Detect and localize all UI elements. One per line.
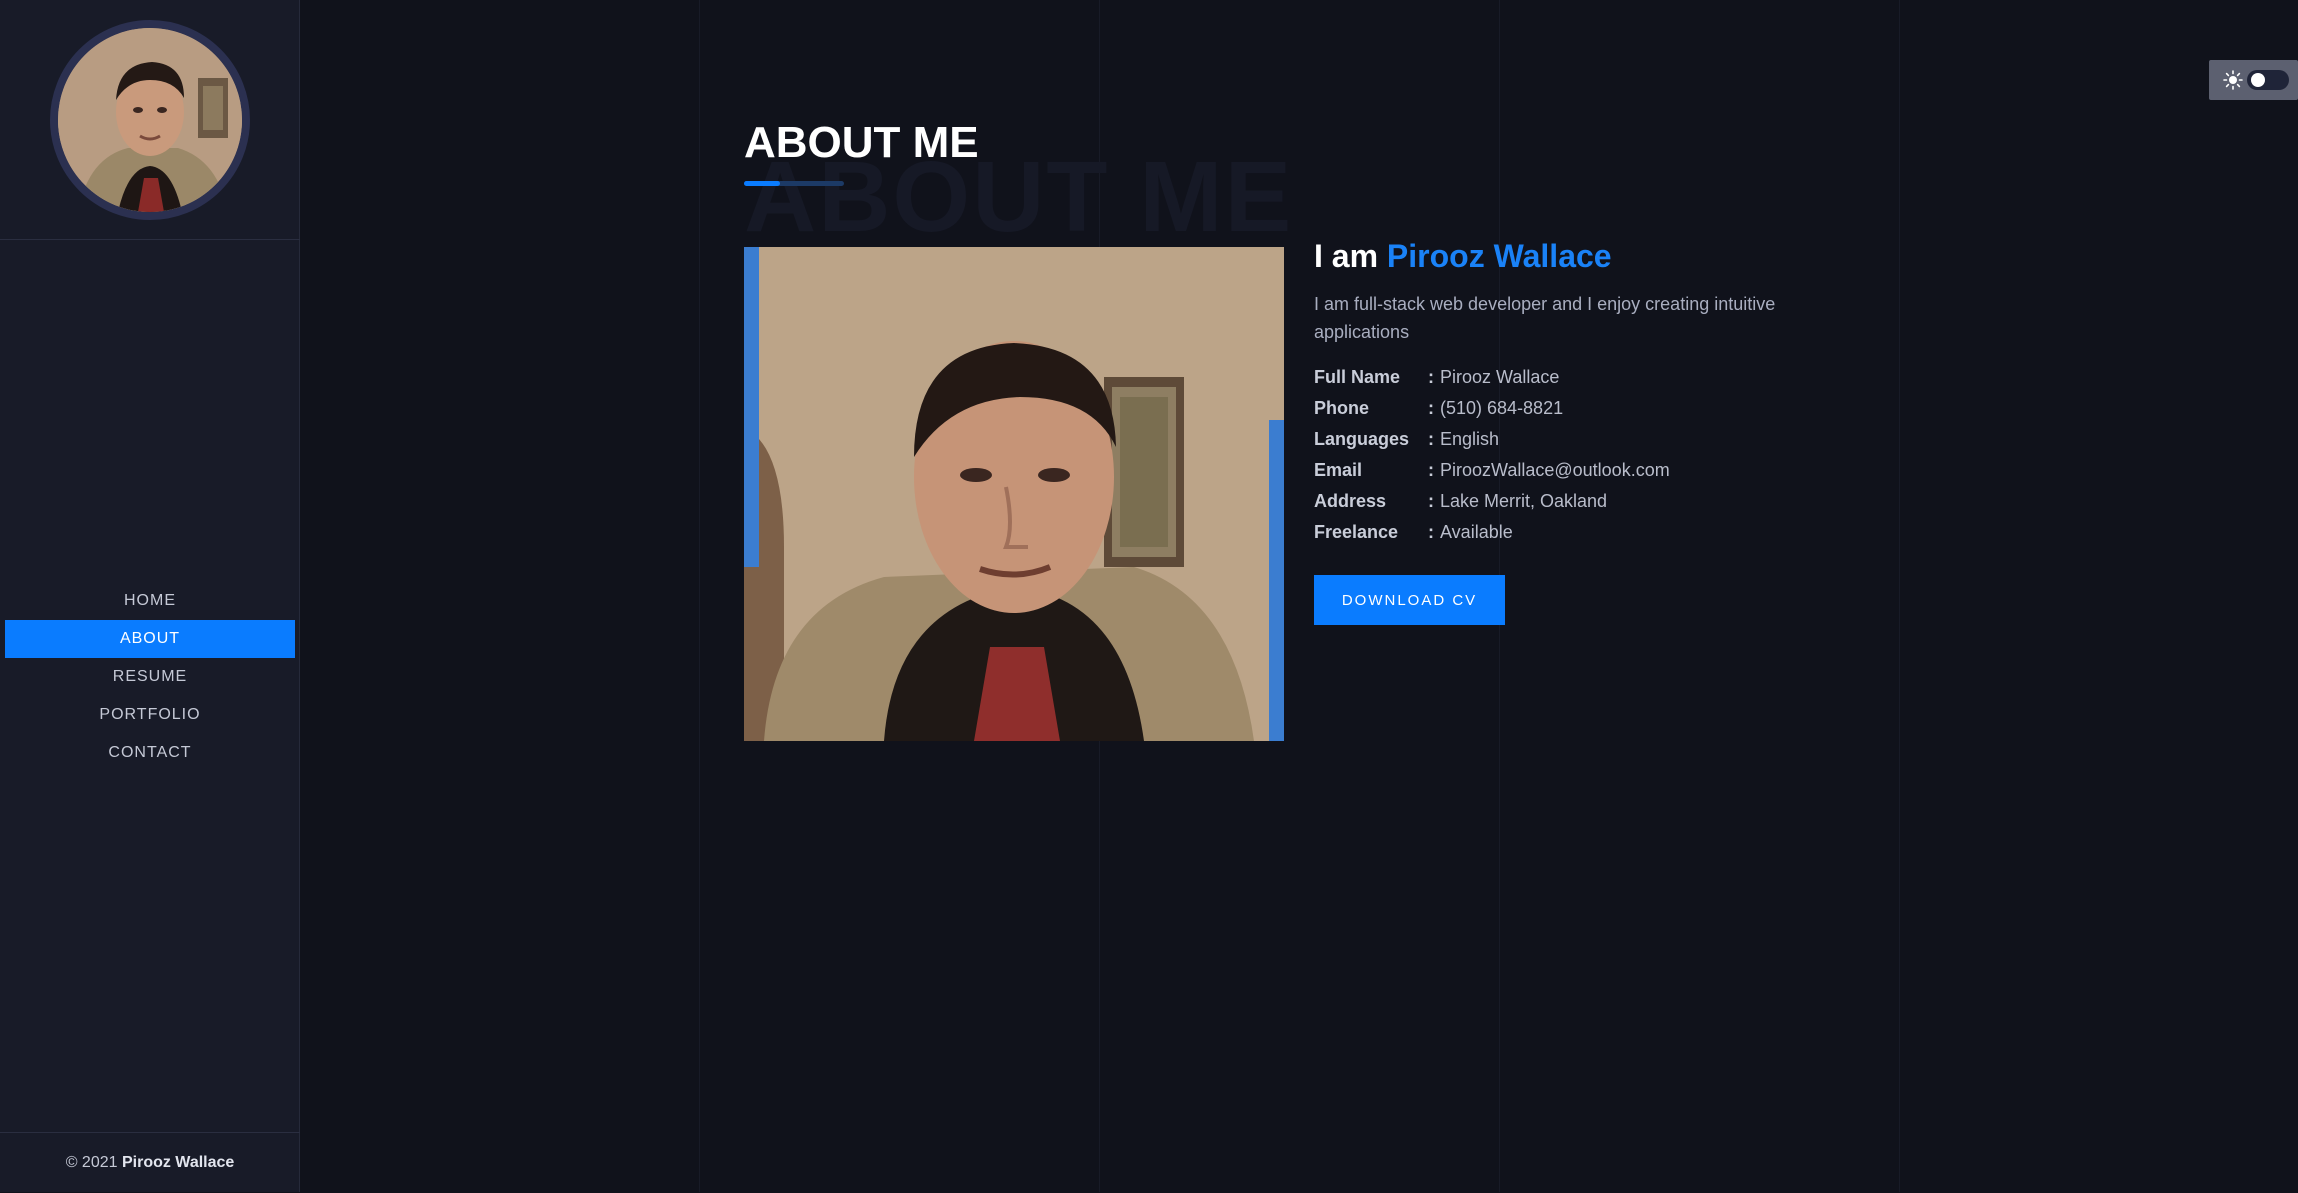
download-cv-button[interactable]: DOWNLOAD CV bbox=[1314, 575, 1505, 625]
dark-mode-switch[interactable] bbox=[2247, 70, 2289, 90]
photo-accent-bar-left bbox=[744, 247, 759, 567]
info-value: Pirooz Wallace bbox=[1440, 367, 1560, 387]
info-label: Full Name bbox=[1314, 367, 1401, 387]
intro-description: I am full-stack web developer and I enjo… bbox=[1314, 294, 1776, 342]
copyright-text: © 2021 bbox=[65, 1154, 118, 1171]
info-row-full-name: Full Name: Pirooz Wallace bbox=[1314, 362, 1670, 393]
info-label: Languages bbox=[1314, 429, 1410, 449]
info-row-address: Address: Lake Merrit, Oakland bbox=[1314, 486, 1670, 517]
theme-toggle[interactable] bbox=[2209, 60, 2298, 100]
info-value: Available bbox=[1440, 522, 1513, 542]
info-colon: : bbox=[1428, 367, 1434, 387]
toggle-knob bbox=[2251, 73, 2265, 87]
info-colon: : bbox=[1428, 429, 1434, 449]
photo-accent-bar-right bbox=[1269, 420, 1284, 741]
avatar-portrait bbox=[58, 28, 242, 212]
sun-icon bbox=[2223, 70, 2243, 90]
grid-line bbox=[699, 0, 700, 1192]
info-colon: : bbox=[1428, 398, 1434, 418]
title-underline-accent bbox=[744, 181, 780, 186]
info-row-phone: Phone: (510) 684-8821 bbox=[1314, 393, 1670, 424]
info-row-languages: Languages: English bbox=[1314, 424, 1670, 455]
nav-item-portfolio[interactable]: PORTFOLIO bbox=[5, 696, 295, 734]
grid-line bbox=[1899, 0, 1900, 1192]
info-label: Email bbox=[1314, 460, 1363, 480]
info-colon: : bbox=[1428, 491, 1434, 511]
info-row-email: Email: PiroozWallace@outlook.com bbox=[1314, 455, 1670, 486]
main-nav: HOME ABOUT RESUME PORTFOLIO CONTACT bbox=[0, 582, 300, 772]
info-value: English bbox=[1440, 429, 1500, 449]
page-title: ABOUT ME bbox=[744, 118, 979, 167]
info-row-freelance: Freelance: Available bbox=[1314, 517, 1670, 548]
info-label: Phone bbox=[1314, 398, 1370, 418]
sidebar-header bbox=[0, 0, 300, 240]
info-colon: : bbox=[1428, 460, 1434, 480]
intro-prefix: I am bbox=[1314, 238, 1379, 274]
info-label: Freelance bbox=[1314, 522, 1399, 542]
nav-item-contact[interactable]: CONTACT bbox=[5, 734, 295, 772]
avatar bbox=[50, 20, 250, 220]
profile-photo bbox=[744, 247, 1284, 741]
info-value: PiroozWallace@outlook.com bbox=[1440, 460, 1670, 480]
info-value: (510) 684-8821 bbox=[1440, 398, 1564, 418]
intro-heading: I am Pirooz Wallace bbox=[1314, 238, 1612, 275]
nav-item-about[interactable]: ABOUT bbox=[5, 620, 295, 658]
profile-photo-image bbox=[744, 247, 1284, 741]
personal-info-list: Full Name: Pirooz Wallace Phone: (510) 684… bbox=[1314, 362, 1670, 548]
sidebar-footer: © 2021 Pirooz Wallace bbox=[0, 1132, 300, 1192]
copyright-owner: Pirooz Wallace bbox=[121, 1154, 235, 1171]
info-colon: : bbox=[1428, 522, 1434, 542]
intro-name: Pirooz Wallace bbox=[1386, 238, 1612, 274]
info-value: Lake Merrit, Oakland bbox=[1440, 491, 1608, 511]
nav-item-home[interactable]: HOME bbox=[5, 582, 295, 620]
nav-item-resume[interactable]: RESUME bbox=[5, 658, 295, 696]
info-label: Address bbox=[1314, 491, 1387, 511]
sidebar: HOME ABOUT RESUME PORTFOLIO CONTACT © 20… bbox=[0, 0, 300, 1192]
